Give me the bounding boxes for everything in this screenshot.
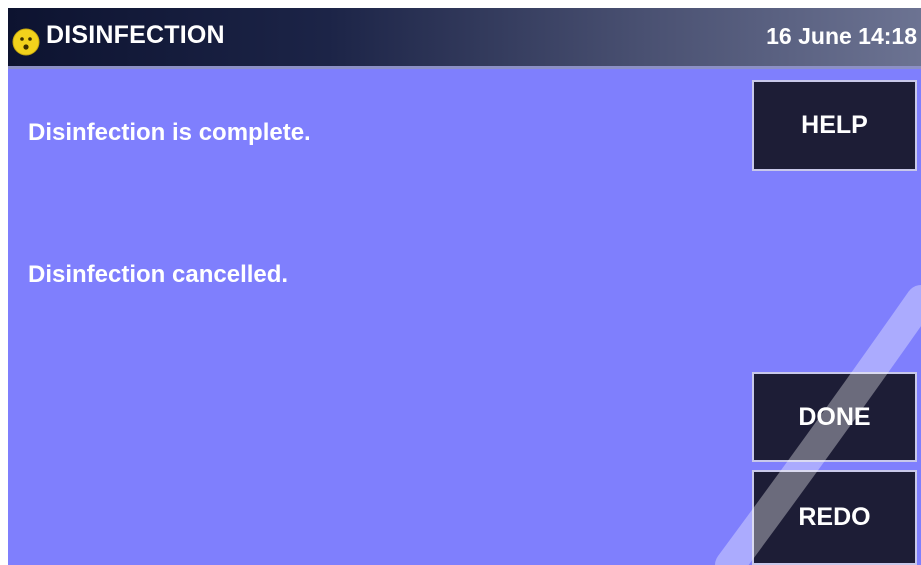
redo-button[interactable]: REDO [752, 470, 917, 565]
smiley-face-icon [12, 28, 40, 56]
done-button[interactable]: DONE [752, 372, 917, 462]
page-title: DISINFECTION [46, 21, 225, 49]
redo-button-label: REDO [798, 503, 871, 531]
help-button-label: HELP [801, 111, 868, 139]
status-message-cancelled: Disinfection cancelled. [28, 261, 289, 288]
help-button[interactable]: HELP [752, 80, 917, 171]
done-button-label: DONE [798, 402, 871, 431]
date-time: 16 June 14:18 [766, 23, 917, 49]
screen: DISINFECTION 16 June 14:18 Disinfection … [8, 8, 921, 565]
header-bar: DISINFECTION 16 June 14:18 [8, 8, 921, 69]
status-message-complete: Disinfection is complete. [28, 119, 311, 146]
